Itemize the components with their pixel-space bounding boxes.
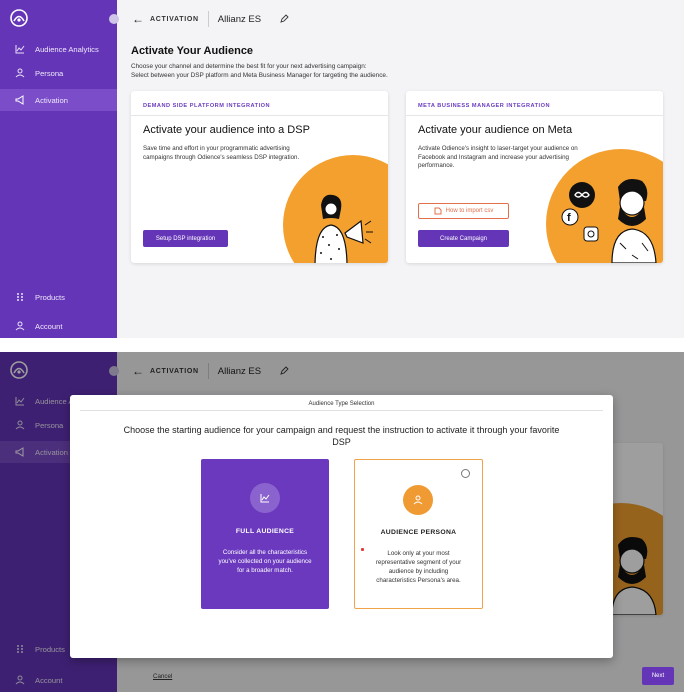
- chart-line-icon: [15, 45, 25, 54]
- sidebar-item-products[interactable]: Products: [0, 286, 117, 308]
- modal-title: Audience Type Selection: [308, 401, 375, 407]
- sidebar-item-account[interactable]: Account: [0, 315, 117, 337]
- odience-logo-icon[interactable]: [10, 9, 28, 27]
- sidebar-item-label: Account: [35, 321, 63, 331]
- full-audience-option[interactable]: FULL AUDIENCE Consider all the character…: [201, 459, 329, 609]
- activation-screen-with-modal: Audience Analytics Persona Activation Pr…: [0, 352, 684, 692]
- account-icon: [15, 321, 25, 331]
- grid-icon: [17, 293, 23, 301]
- divider: [131, 115, 388, 116]
- sidebar-item-label: Audience Analytics: [35, 44, 99, 54]
- error-marker-icon: [361, 548, 364, 551]
- setup-dsp-button[interactable]: Setup DSP integration: [143, 230, 228, 247]
- card-description: Save time and effort in your programmati…: [143, 145, 300, 161]
- activation-screen: Audience Analytics Persona Activation Pr…: [0, 0, 684, 338]
- sidebar-item-activation[interactable]: Activation: [0, 89, 117, 111]
- sidebar-item-persona[interactable]: Persona: [0, 62, 117, 84]
- sidebar-item-label: Products: [35, 292, 65, 302]
- option-title: FULL AUDIENCE: [235, 528, 295, 535]
- persona-icon: [413, 495, 423, 505]
- card-tag: META BUSINESS MANAGER INTEGRATION: [418, 103, 551, 109]
- sidebar-item-audience-analytics[interactable]: Audience Analytics: [0, 38, 117, 60]
- man-social-illustration: f: [561, 179, 657, 263]
- next-button[interactable]: Next: [642, 667, 674, 685]
- audience-type-modal: Audience Type Selection Choose the start…: [70, 395, 674, 685]
- full-audience-icon-circle: [250, 483, 280, 513]
- meta-card: META BUSINESS MANAGER INTEGRATION Activa…: [406, 91, 663, 263]
- chart-line-icon: [260, 494, 270, 503]
- create-campaign-button[interactable]: Create Campaign: [418, 230, 509, 247]
- top-bar: ← ACTIVATION Allianz ES: [117, 0, 684, 38]
- megaphone-icon: [15, 95, 24, 105]
- option-description: Look only at your most representative se…: [375, 550, 462, 584]
- persona-icon-circle: [403, 485, 433, 515]
- divider: [207, 11, 209, 27]
- edit-pencil-icon[interactable]: [279, 14, 289, 24]
- page-subtitle: Choose your channel and determine the be…: [131, 62, 581, 80]
- card-title: Activate your audience into a DSP: [143, 124, 310, 136]
- sidebar: Audience Analytics Persona Activation Pr…: [0, 0, 119, 338]
- persona-icon: [15, 68, 25, 78]
- divider: [406, 115, 663, 116]
- woman-megaphone-illustration: [314, 194, 373, 263]
- dsp-card: DEMAND SIDE PLATFORM INTEGRATION Activat…: [131, 91, 388, 263]
- audience-persona-option[interactable]: AUDIENCE PERSONA Look only at your most …: [354, 459, 483, 609]
- button-label: How to import csv: [445, 208, 494, 214]
- card-description: Activate Odience's insight to laser-targ…: [418, 145, 578, 170]
- card-title: Activate your audience on Meta: [418, 124, 573, 136]
- document-icon: [434, 207, 442, 215]
- subtitle-line: Choose your channel and determine the be…: [131, 63, 367, 70]
- breadcrumb: ACTIVATION: [150, 15, 199, 23]
- sidebar-item-label: Activation: [35, 95, 68, 105]
- option-description: Consider all the characteristics you've …: [218, 549, 312, 574]
- svg-text:f: f: [567, 212, 571, 224]
- back-arrow-icon[interactable]: ←: [132, 12, 146, 26]
- brand-name: Allianz ES: [217, 13, 262, 25]
- modal-question: Choose the starting audience for your ca…: [123, 425, 560, 447]
- page-title: Activate Your Audience: [131, 45, 254, 57]
- cancel-button[interactable]: Cancel: [153, 673, 172, 680]
- card-tag: DEMAND SIDE PLATFORM INTEGRATION: [143, 103, 271, 109]
- how-to-import-csv-button[interactable]: How to import csv: [418, 203, 509, 219]
- radio-button[interactable]: [461, 469, 470, 478]
- option-title: AUDIENCE PERSONA: [380, 529, 457, 536]
- subtitle-line: Select between your DSP platform and Met…: [131, 72, 388, 79]
- divider: [80, 410, 603, 411]
- sidebar-item-label: Persona: [35, 68, 64, 78]
